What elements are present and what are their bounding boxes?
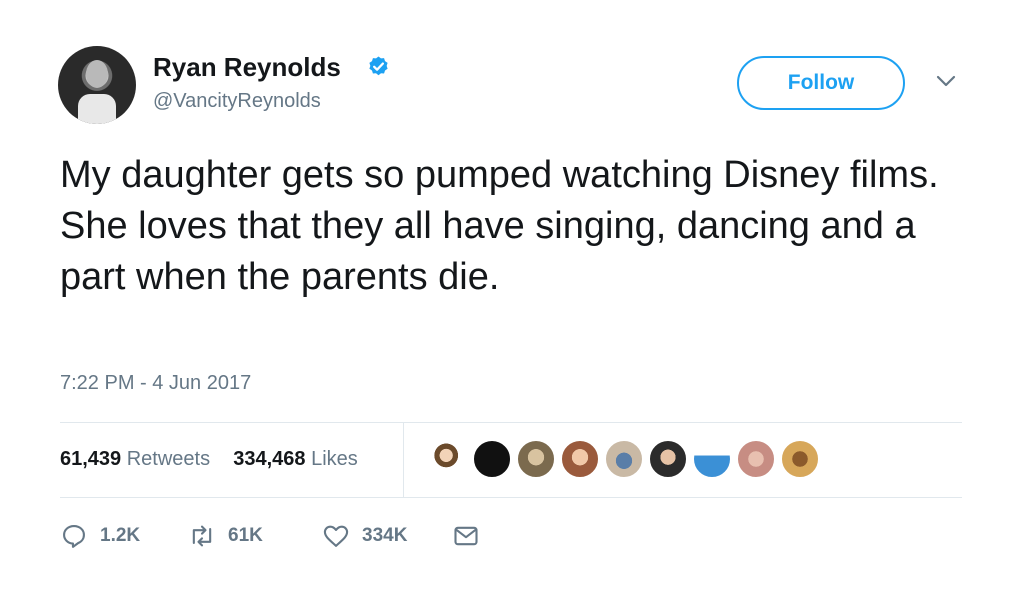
reply-icon [63, 525, 85, 548]
reply-button[interactable]: 1.2K [60, 520, 140, 552]
retweets-label: Retweets [126, 448, 211, 470]
liker-avatar[interactable] [604, 439, 644, 479]
divider-bottom [60, 497, 962, 498]
chevron-down-icon[interactable] [935, 73, 957, 89]
stats-separator [403, 423, 404, 497]
liker-avatar[interactable] [780, 439, 820, 479]
tweet-text: My daughter gets so pumped watching Disn… [60, 154, 939, 298]
retweets-count: 61,439 [60, 448, 122, 470]
engagement-stats: 61,439 Retweets 334,468 Likes [60, 448, 358, 471]
liker-avatar[interactable] [736, 439, 776, 479]
liker-avatar[interactable] [560, 439, 600, 479]
follow-button[interactable]: Follow [737, 56, 905, 110]
like-button[interactable]: 334K [322, 520, 407, 552]
display-name[interactable]: Ryan Reynolds [153, 52, 341, 83]
liker-avatar[interactable] [516, 439, 556, 479]
envelope-icon [454, 526, 478, 546]
retweet-count: 61K [228, 525, 263, 546]
liker-avatar[interactable] [648, 439, 688, 479]
likes-stat[interactable]: 334,468 Likes [233, 448, 358, 470]
tweet-timestamp[interactable]: 7:22 PM - 4 Jun 2017 [60, 372, 251, 395]
divider-top [60, 422, 962, 423]
liker-avatar[interactable] [472, 439, 512, 479]
retweet-icon [192, 525, 212, 547]
user-handle[interactable]: @VancityReynolds [153, 90, 321, 113]
liker-avatar[interactable] [692, 439, 732, 479]
avatar-shirt [78, 94, 116, 124]
liker-avatar[interactable] [428, 439, 468, 479]
heart-icon [323, 525, 349, 547]
avatar-head [86, 60, 108, 88]
reply-count: 1.2K [100, 525, 141, 546]
profile-avatar[interactable] [58, 46, 136, 124]
message-button[interactable] [452, 520, 480, 552]
like-count: 334K [362, 525, 408, 546]
retweet-button[interactable]: 61K [188, 520, 263, 552]
likes-count: 334,468 [233, 448, 306, 470]
likes-label: Likes [311, 448, 358, 470]
verified-badge-icon [369, 56, 388, 76]
retweets-stat[interactable]: 61,439 Retweets [60, 448, 210, 470]
